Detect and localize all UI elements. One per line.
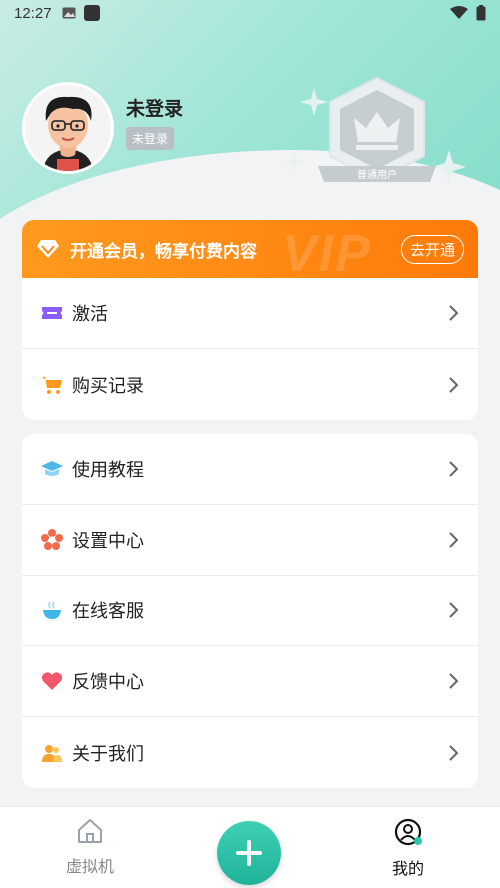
menu-item-1-menu_group_2[interactable]: 设置中心 [22,505,478,576]
chevron-right-icon [449,305,459,321]
vip-card: VIP 开通会员，畅享付费内容 去开通 激活购买记录 [22,220,478,420]
settings-card: 使用教程设置中心在线客服反馈中心关于我们 [22,434,478,788]
menu-item-4-menu_group_2[interactable]: 关于我们 [22,717,478,788]
menu-item-0-menu_group_2[interactable]: 使用教程 [22,434,478,505]
vip-banner[interactable]: VIP 开通会员，畅享付费内容 去开通 [22,220,478,278]
menu-item-label: 购买记录 [72,375,144,397]
battery-icon [476,5,486,21]
menu-item-label: 设置中心 [72,530,144,552]
ticket-icon [40,301,64,325]
users-icon [40,741,64,765]
avatar[interactable] [22,82,114,174]
menu-item-label: 使用教程 [72,459,144,481]
menu-item-2-menu_group_2[interactable]: 在线客服 [22,576,478,647]
member-level-label: 普通用户 [357,170,397,181]
login-status-badge: 未登录 [126,127,175,150]
menu-item-label: 在线客服 [72,601,144,623]
avatar-portrait-icon [25,85,111,171]
graduation-cap-icon [40,457,64,481]
plus-icon [236,840,262,866]
menu-item-3-menu_group_2[interactable]: 反馈中心 [22,646,478,718]
vip-title: 开通会员，畅享付费内容 [70,241,257,262]
chevron-right-icon [449,531,459,548]
vip-watermark: VIP [282,225,372,278]
cart-icon [40,373,64,397]
chevron-right-icon [449,673,459,689]
chevron-right-icon [449,376,459,393]
image-notification-icon [62,7,76,19]
chevron-right-icon [449,744,459,761]
menu-item-label: 反馈中心 [72,672,144,694]
app-notification-icon [83,5,100,21]
diamond-icon [37,240,59,258]
bowl-service-icon [40,598,64,622]
tab-virtual-machine[interactable]: 虚拟机 [45,817,135,877]
status-bar: 12:27 [0,0,500,26]
menu-item-0-menu_group_1[interactable]: 激活 [22,278,478,349]
menu-item-label: 关于我们 [72,743,144,765]
user-profile-icon [394,818,422,846]
home-icon [78,819,102,843]
tab-virtual-machine-label: 虚拟机 [65,857,114,876]
bottom-tab-bar: 虚拟机 我的 [0,806,500,888]
menu-item-1-menu_group_1[interactable]: 购买记录 [22,349,478,420]
tab-mine-label: 我的 [391,859,424,878]
open-vip-button[interactable]: 去开通 [400,234,464,264]
flower-settings-icon [40,528,64,552]
heart-icon [40,669,64,693]
menu-item-label: 激活 [72,304,108,325]
wifi-icon [450,6,468,19]
chevron-right-icon [449,461,459,477]
tab-mine[interactable]: 我的 [363,817,453,879]
chevron-right-icon [449,602,459,619]
user-name[interactable]: 未登录 [126,94,183,121]
add-button[interactable] [217,821,281,885]
status-time: 12:27 [14,4,52,22]
